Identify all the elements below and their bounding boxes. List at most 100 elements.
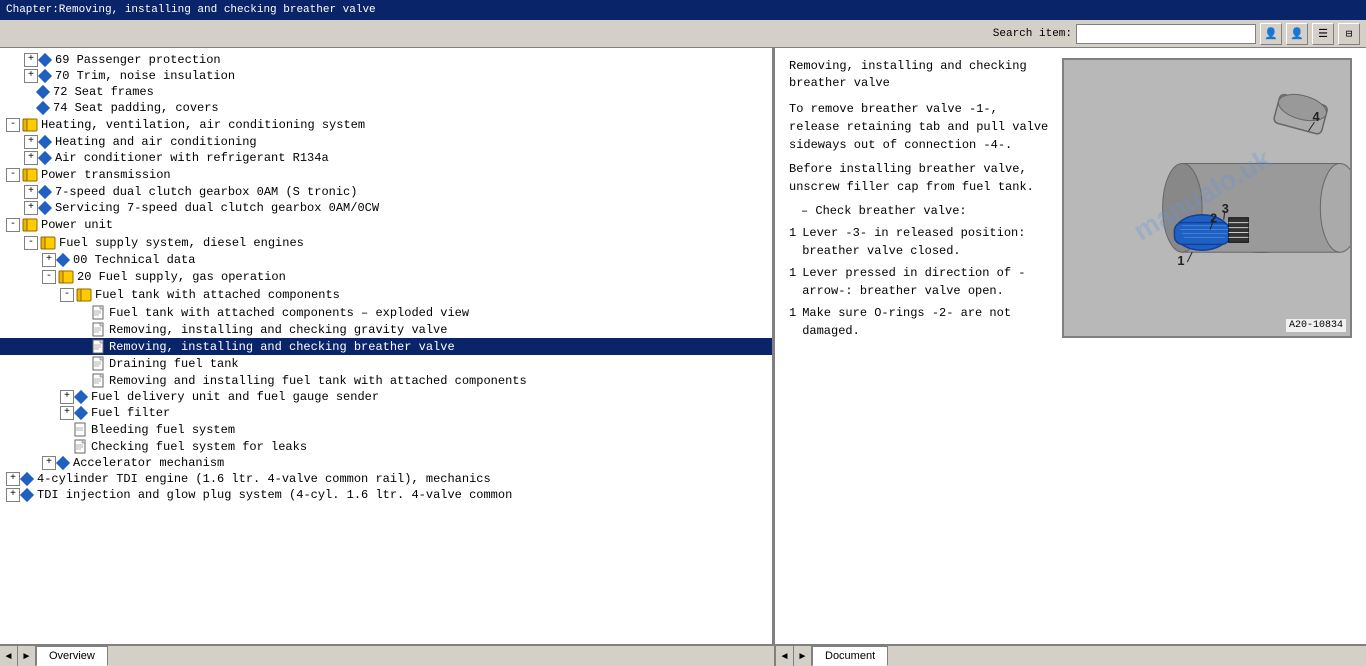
para-5: 1 Lever pressed in direction of -arrow-:… <box>789 264 1052 300</box>
tree-expand-icon[interactable]: - <box>24 236 38 250</box>
tree-expand-icon[interactable]: + <box>60 406 74 420</box>
tree-item-label: Fuel delivery unit and fuel gauge sender <box>91 390 379 404</box>
user-icon-btn[interactable]: 👤 <box>1260 23 1282 45</box>
tree-item-15[interactable]: - Fuel tank with attached components <box>0 286 772 304</box>
search-label: Search item: <box>993 28 1072 40</box>
tree-expand-icon[interactable]: + <box>6 488 20 502</box>
overview-tab[interactable]: Overview <box>36 646 108 666</box>
tree-item-label: Bleeding fuel system <box>91 423 235 437</box>
tree-item-23[interactable]: Bleeding fuel system <box>0 421 772 438</box>
tree-item-label: Fuel filter <box>91 406 170 420</box>
tree-item-22[interactable]: + Fuel filter <box>0 405 772 421</box>
svg-text:1: 1 <box>1177 253 1184 268</box>
menu-icon-btn[interactable]: ☰ <box>1312 23 1334 45</box>
tree-item-24[interactable]: Checking fuel system for leaks <box>0 438 772 455</box>
tree-item-label: Removing, installing and checking gravit… <box>109 323 447 337</box>
search-input[interactable] <box>1076 24 1256 44</box>
tree-item-label: Fuel tank with attached components – exp… <box>109 306 469 320</box>
tree-expand-icon[interactable]: + <box>60 390 74 404</box>
tree-item-label: 7-speed dual clutch gearbox 0AM (S troni… <box>55 185 357 199</box>
tree-item-21[interactable]: + Fuel delivery unit and fuel gauge sende… <box>0 389 772 405</box>
status-left: ◄ ► Overview <box>0 646 776 666</box>
tree-item-label: Draining fuel tank <box>109 357 239 371</box>
nav-left-btn[interactable]: ◄ <box>0 646 18 666</box>
tree-item-6[interactable]: + Heating and air conditioning <box>0 134 772 150</box>
user2-icon-btn[interactable]: 👤 <box>1286 23 1308 45</box>
nav-right-btn[interactable]: ► <box>18 646 36 666</box>
settings-icon-btn[interactable]: ⊟ <box>1338 23 1360 45</box>
tree-item-2[interactable]: +70 Trim, noise insulation <box>0 68 772 84</box>
svg-text:2: 2 <box>1210 211 1217 226</box>
tree-expand-icon[interactable]: + <box>24 135 38 149</box>
tree-item-label: Power transmission <box>41 168 171 182</box>
tree-item-label: Accelerator mechanism <box>73 456 224 470</box>
tree-item-label: 74 Seat padding, covers <box>53 101 219 115</box>
tree-item-14[interactable]: -20 Fuel supply, gas operation <box>0 268 772 286</box>
tree-item-17[interactable]: Removing, installing and checking gravit… <box>0 321 772 338</box>
tree-item-label: Heating and air conditioning <box>55 135 257 149</box>
tree-item-1[interactable]: +69 Passenger protection <box>0 52 772 68</box>
tree-expand-icon[interactable]: - <box>6 168 20 182</box>
status-bar: ◄ ► Overview ◄ ► Document <box>0 644 1366 666</box>
tree-expand-icon[interactable]: + <box>42 253 56 267</box>
tree-item-label: 4-cylinder TDI engine (1.6 ltr. 4-valve … <box>37 472 491 486</box>
tree-item-18[interactable]: Removing, installing and checking breath… <box>0 338 772 355</box>
nav-right-left-btn[interactable]: ◄ <box>776 646 794 666</box>
tree-expand-icon[interactable]: - <box>60 288 74 302</box>
nav-right-right-btn[interactable]: ► <box>794 646 812 666</box>
document-tab[interactable]: Document <box>812 646 888 666</box>
tree-item-8[interactable]: - Power transmission <box>0 166 772 184</box>
right-content: 1 2 3 4 manualo.uk A20-10834 <box>775 48 1366 644</box>
left-panel: +69 Passenger protection+70 Trim, noise … <box>0 48 775 644</box>
tree-item-label: 70 Trim, noise insulation <box>55 69 235 83</box>
tree-item-label: Removing, installing and checking breath… <box>109 340 455 354</box>
tree-item-label: Fuel supply system, diesel engines <box>59 236 304 250</box>
tree-expand-icon[interactable]: + <box>24 151 38 165</box>
tree-item-label: Air conditioner with refrigerant R134a <box>55 151 329 165</box>
status-right: ◄ ► Document <box>776 646 1366 666</box>
tree-expand-icon[interactable]: + <box>24 185 38 199</box>
tree-expand-icon[interactable]: - <box>6 218 20 232</box>
tree-item-13[interactable]: +00 Technical data <box>0 252 772 268</box>
tree-item-label: 00 Technical data <box>73 253 195 267</box>
title-text: Chapter:Removing, installing and checkin… <box>6 4 376 16</box>
tree-item-4[interactable]: 74 Seat padding, covers <box>0 100 772 116</box>
tree-expand-icon[interactable]: + <box>24 53 38 67</box>
tree-container[interactable]: +69 Passenger protection+70 Trim, noise … <box>0 48 772 644</box>
svg-text:4: 4 <box>1312 109 1320 124</box>
para-6: 1 Make sure O-rings -2- are not damaged. <box>789 304 1052 340</box>
main-container: +69 Passenger protection+70 Trim, noise … <box>0 48 1366 644</box>
tree-expand-icon[interactable]: + <box>6 472 20 486</box>
tree-item-label: 72 Seat frames <box>53 85 154 99</box>
tree-expand-icon[interactable]: + <box>24 69 38 83</box>
svg-text:3: 3 <box>1222 201 1229 216</box>
tree-item-16[interactable]: Fuel tank with attached components – exp… <box>0 304 772 321</box>
title-bar: Chapter:Removing, installing and checkin… <box>0 0 1366 20</box>
tree-item-9[interactable]: +7-speed dual clutch gearbox 0AM (S tron… <box>0 184 772 200</box>
para-4: 1 Lever -3- in released position: breath… <box>789 224 1052 260</box>
tree-item-25[interactable]: + Accelerator mechanism <box>0 455 772 471</box>
tree-expand-icon[interactable]: + <box>42 456 56 470</box>
tree-item-label: Servicing 7-speed dual clutch gearbox 0A… <box>55 201 379 215</box>
tree-item-7[interactable]: + Air conditioner with refrigerant R134a <box>0 150 772 166</box>
image-label: A20-10834 <box>1286 319 1346 332</box>
technical-diagram: 1 2 3 4 manualo.uk A20-10834 <box>1062 58 1352 338</box>
tree-item-label: TDI injection and glow plug system (4-cy… <box>37 488 512 502</box>
tree-item-12[interactable]: - Fuel supply system, diesel engines <box>0 234 772 252</box>
tree-item-27[interactable]: + TDI injection and glow plug system (4-c… <box>0 487 772 503</box>
tree-item-5[interactable]: - Heating, ventilation, air conditioning … <box>0 116 772 134</box>
tree-item-19[interactable]: Draining fuel tank <box>0 355 772 372</box>
tree-expand-icon[interactable]: - <box>42 270 56 284</box>
tree-item-26[interactable]: +4-cylinder TDI engine (1.6 ltr. 4-valve… <box>0 471 772 487</box>
tree-item-label: Fuel tank with attached components <box>95 288 340 302</box>
tree-item-11[interactable]: -Power unit <box>0 216 772 234</box>
tree-item-label: Heating, ventilation, air conditioning s… <box>41 118 365 132</box>
right-panel: 1 2 3 4 manualo.uk A20-10834 <box>775 48 1366 644</box>
tree-item-label: 69 Passenger protection <box>55 53 221 67</box>
tree-item-3[interactable]: 72 Seat frames <box>0 84 772 100</box>
tree-expand-icon[interactable]: + <box>24 201 38 215</box>
tree-item-20[interactable]: Removing and installing fuel tank with a… <box>0 372 772 389</box>
tree-item-10[interactable]: + Servicing 7-speed dual clutch gearbox 0… <box>0 200 772 216</box>
tree-item-label: Removing and installing fuel tank with a… <box>109 374 527 388</box>
tree-expand-icon[interactable]: - <box>6 118 20 132</box>
